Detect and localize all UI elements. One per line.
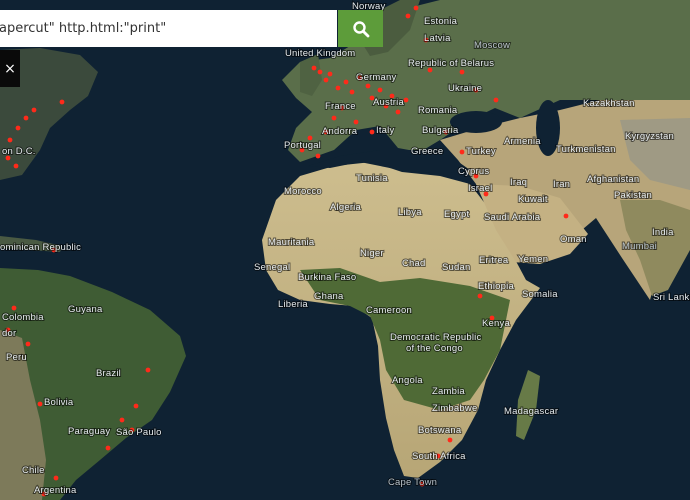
search-button[interactable] <box>338 10 383 47</box>
label-chad: Chad <box>402 258 426 269</box>
label-greece: Greece <box>411 146 443 157</box>
label-saudi-arabia: Saudi Arabia <box>484 212 541 223</box>
label-tunisia: Tunisia <box>356 173 388 184</box>
label-niger: Niger <box>360 248 384 259</box>
label-austria: Austria <box>373 97 404 108</box>
label-romania: Romania <box>418 105 458 116</box>
label-somalia: Somalia <box>522 289 558 300</box>
world-map[interactable]: Norway Estonia Latvia Moscow United King… <box>0 0 690 500</box>
label-moscow: Moscow <box>474 40 510 51</box>
label-ecuador: dor <box>2 328 16 339</box>
label-kyrgyzstan: Kyrgyzstan <box>625 131 674 142</box>
label-algeria: Algeria <box>330 202 361 213</box>
search-bar <box>0 10 337 47</box>
label-mauritania: Mauritania <box>268 237 315 248</box>
label-kenya: Kenya <box>482 318 510 329</box>
label-kazakhstan: Kazakhstan <box>583 98 635 109</box>
label-drc-line1: Democratic Republic <box>390 332 481 343</box>
label-kuwait: Kuwait <box>518 194 548 205</box>
label-germany: Germany <box>356 72 397 83</box>
label-israel: Israel <box>468 183 492 194</box>
label-eritrea: Eritrea <box>479 255 509 266</box>
label-bulgaria: Bulgaria <box>422 125 459 136</box>
label-angola: Angola <box>392 375 423 386</box>
label-france: France <box>325 101 356 112</box>
label-sao-paulo: São Paulo <box>116 427 162 438</box>
label-bolivia: Bolivia <box>44 397 74 408</box>
label-south-africa: South Africa <box>412 451 466 462</box>
label-zambia: Zambia <box>432 386 465 397</box>
label-portugal: Portugal <box>284 140 321 151</box>
label-iran: Iran <box>553 179 570 190</box>
label-liberia: Liberia <box>278 299 308 310</box>
label-washington: on D.C. <box>2 146 36 157</box>
label-afghanistan: Afghanistan <box>587 174 639 185</box>
label-zimbabwe: Zimbabwe <box>432 403 477 414</box>
label-latvia: Latvia <box>424 33 451 44</box>
label-estonia: Estonia <box>424 16 458 27</box>
label-cape-town: Cape Town <box>388 477 437 488</box>
label-morocco: Morocco <box>284 186 322 197</box>
label-senegal: Senegal <box>254 262 290 273</box>
label-peru: Peru <box>6 352 27 363</box>
label-libya: Libya <box>398 207 422 218</box>
label-sri-lanka: Sri Lanka <box>653 292 690 303</box>
label-guyana: Guyana <box>68 304 103 315</box>
label-india: India <box>652 227 674 238</box>
label-cyprus: Cyprus <box>458 166 489 177</box>
label-andorra: Andorra <box>322 126 358 137</box>
label-burkina-faso: Burkina Faso <box>298 272 356 283</box>
label-chile: Chile <box>22 465 45 476</box>
label-brazil: Brazil <box>96 368 121 379</box>
label-yemen: Yemen <box>518 254 548 265</box>
label-pakistan: Pakistan <box>614 190 652 201</box>
label-sudan: Sudan <box>442 262 470 273</box>
label-madagascar: Madagascar <box>504 406 558 417</box>
label-republic-of-belarus: Republic of Belarus <box>408 58 494 69</box>
close-button[interactable]: × <box>0 50 20 87</box>
label-armenia: Armenia <box>504 136 541 147</box>
label-italy: Italy <box>376 125 394 136</box>
label-cameroon: Cameroon <box>366 305 412 316</box>
label-iraq: Iraq <box>510 177 527 188</box>
label-drc-line2: of the Congo <box>406 343 463 354</box>
search-input[interactable] <box>0 10 328 47</box>
label-ethiopia: Ethiopia <box>478 281 514 292</box>
label-egypt: Egypt <box>444 209 469 220</box>
label-paraguay: Paraguay <box>68 426 110 437</box>
label-botswana: Botswana <box>418 425 462 436</box>
label-oman: Oman <box>560 234 587 245</box>
label-turkmenistan: Turkmenistan <box>556 144 616 155</box>
label-ukraine: Ukraine <box>448 83 482 94</box>
label-argentina: Argentina <box>34 485 77 496</box>
search-icon <box>352 20 369 37</box>
label-colombia: Colombia <box>2 312 44 323</box>
label-mumbai: Mumbai <box>622 241 657 252</box>
label-united-kingdom: United Kingdom <box>285 48 355 59</box>
label-ghana: Ghana <box>314 291 344 302</box>
label-turkey: Turkey <box>466 146 496 157</box>
label-dominican-republic: ominican Republic <box>0 242 81 253</box>
close-icon: × <box>4 60 16 77</box>
